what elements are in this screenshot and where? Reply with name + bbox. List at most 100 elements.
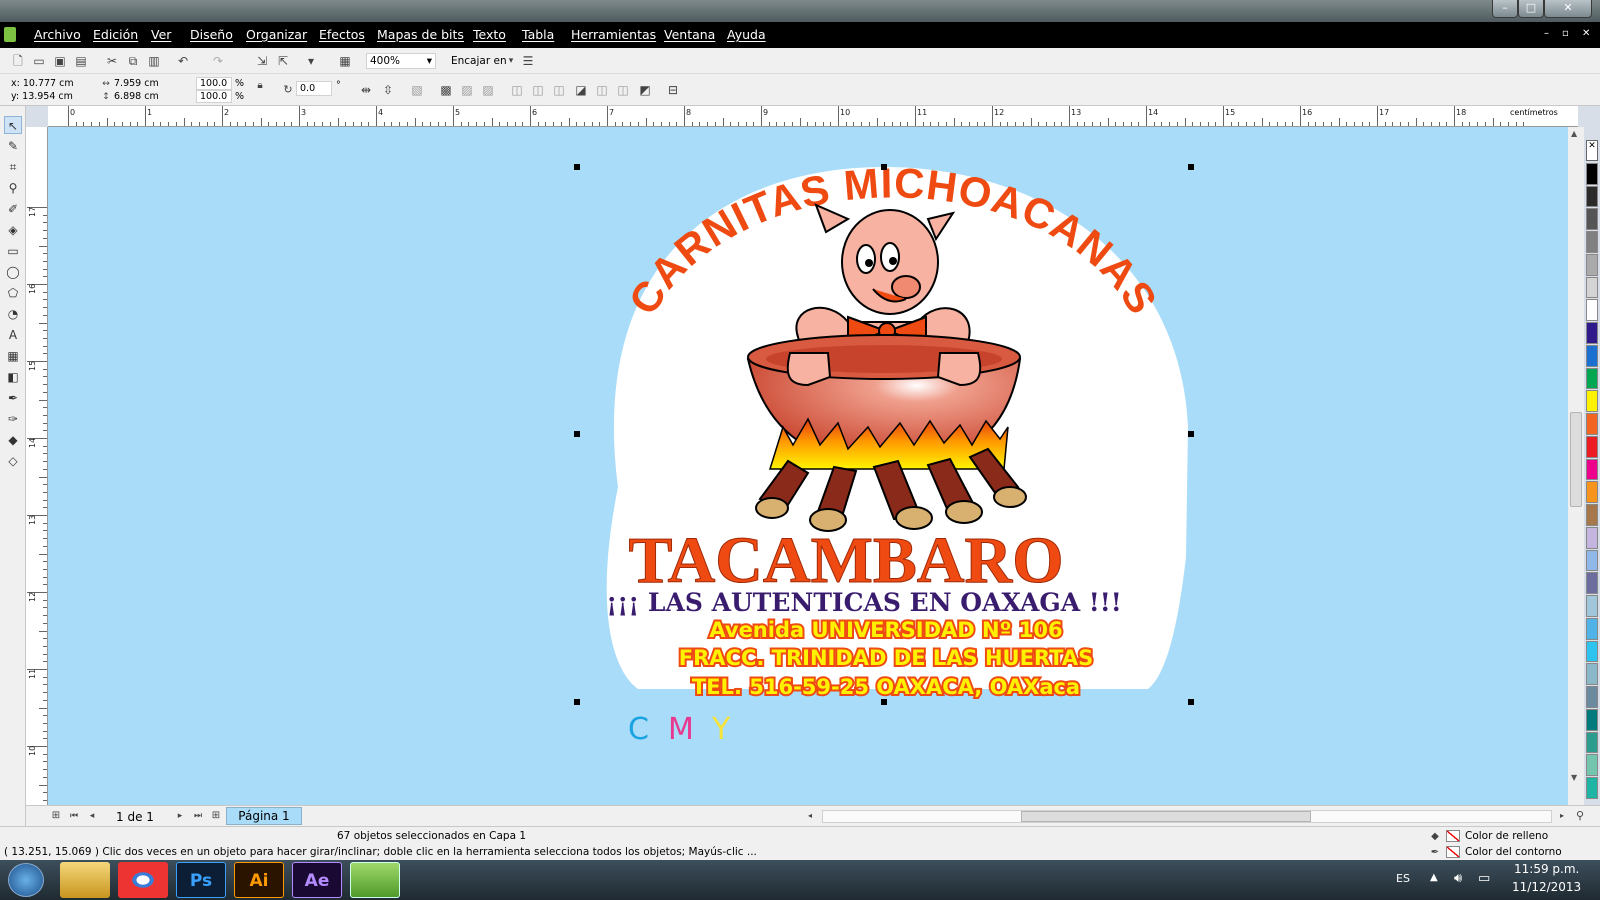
- color-swatch[interactable]: [1586, 526, 1598, 549]
- page-tab[interactable]: Página 1: [226, 807, 302, 825]
- chevron-down-icon[interactable]: ▾: [503, 53, 519, 69]
- color-swatch[interactable]: [1586, 663, 1598, 686]
- scroll-up-icon[interactable]: ▲: [1571, 129, 1577, 138]
- create-boundary-icon[interactable]: ◩: [637, 82, 653, 98]
- add-page-icon[interactable]: ⊞: [48, 808, 64, 824]
- no-color-swatch[interactable]: ✕: [1586, 140, 1598, 161]
- zoom-tool-icon[interactable]: ⚲: [4, 179, 22, 197]
- volume-icon[interactable]: 🔊︎: [1454, 871, 1462, 886]
- new-document-icon[interactable]: 🗋: [10, 53, 26, 69]
- menu-texto[interactable]: Texto: [473, 27, 506, 42]
- intersect-icon[interactable]: ◫: [551, 82, 567, 98]
- mirror-vertical-icon[interactable]: ⇳: [380, 82, 396, 98]
- clock-time[interactable]: 11:59 p.m.: [1514, 862, 1579, 876]
- print-icon[interactable]: ▤: [73, 53, 89, 69]
- front-minus-back-icon[interactable]: ◫: [594, 82, 610, 98]
- color-swatch[interactable]: [1586, 777, 1598, 799]
- color-swatch[interactable]: [1586, 458, 1598, 481]
- mirror-horizontal-icon[interactable]: ⇹: [358, 82, 374, 98]
- input-language-indicator[interactable]: ES: [1396, 872, 1410, 885]
- lock-ratio-icon[interactable]: 🔒︎: [252, 78, 268, 94]
- application-launcher-icon[interactable]: ▾: [303, 53, 319, 69]
- color-swatch[interactable]: [1586, 572, 1598, 595]
- blend-tool-icon[interactable]: ◧: [4, 368, 22, 386]
- no-fill-swatch[interactable]: [1446, 830, 1460, 842]
- scroll-left-icon[interactable]: ◂: [802, 808, 818, 824]
- next-page-icon[interactable]: ▸: [172, 808, 188, 824]
- first-page-icon[interactable]: ⏮: [66, 808, 82, 824]
- zoom-level-select[interactable]: 400% ▾: [366, 53, 436, 69]
- color-swatch[interactable]: [1586, 435, 1598, 458]
- last-page-icon[interactable]: ⏭: [190, 808, 206, 824]
- rectangle-tool-icon[interactable]: ▭: [4, 242, 22, 260]
- options-icon[interactable]: ☰: [520, 53, 536, 69]
- menu-herramientas[interactable]: Herramientas: [571, 27, 656, 42]
- table-tool-icon[interactable]: ▦: [4, 347, 22, 365]
- save-icon[interactable]: ▣: [52, 53, 68, 69]
- rotation-angle-field[interactable]: 0.0: [296, 81, 332, 96]
- menu-mapas-de-bits[interactable]: Mapas de bits: [377, 27, 464, 42]
- color-swatch[interactable]: [1586, 253, 1598, 276]
- color-swatch[interactable]: [1586, 595, 1598, 617]
- color-swatch[interactable]: [1586, 686, 1598, 708]
- menu-organizar[interactable]: Organizar: [246, 27, 307, 42]
- group-icon[interactable]: ▩: [438, 82, 454, 98]
- after-effects-taskbar-icon[interactable]: Ae: [292, 862, 342, 898]
- trim-icon[interactable]: ◫: [530, 82, 546, 98]
- doc-minimize-icon[interactable]: –: [1544, 28, 1549, 39]
- illustrator-taskbar-icon[interactable]: Ai: [234, 862, 284, 898]
- color-swatch[interactable]: [1586, 640, 1598, 663]
- color-palette[interactable]: ✕: [1584, 140, 1600, 800]
- copy-icon[interactable]: ⧉: [125, 53, 141, 69]
- paste-icon[interactable]: ▥: [146, 53, 162, 69]
- maximize-button[interactable]: □: [1518, 0, 1544, 18]
- previous-page-icon[interactable]: ◂: [84, 808, 100, 824]
- scale-width-field[interactable]: 100.0: [196, 77, 232, 90]
- color-swatch[interactable]: [1586, 344, 1598, 367]
- color-swatch[interactable]: [1586, 731, 1598, 754]
- clock-date[interactable]: 11/12/2013: [1512, 880, 1581, 894]
- fill-tool-icon[interactable]: ◆: [4, 431, 22, 449]
- scale-height-field[interactable]: 100.0: [196, 90, 232, 103]
- snap-to-dropdown[interactable]: Encajar en: [451, 55, 507, 67]
- ellipse-tool-icon[interactable]: ◯: [4, 263, 22, 281]
- network-icon[interactable]: ▭: [1478, 871, 1490, 886]
- shape-tool-icon[interactable]: ✎: [4, 137, 22, 155]
- color-swatch[interactable]: [1586, 299, 1598, 322]
- vertical-ruler[interactable]: 17 16 15 14 13 12 11 10: [26, 127, 48, 817]
- menu-efectos[interactable]: Efectos: [319, 27, 365, 42]
- cut-icon[interactable]: ✂: [104, 53, 120, 69]
- color-swatch[interactable]: [1586, 754, 1598, 777]
- explorer-taskbar-icon[interactable]: [60, 862, 110, 898]
- pick-tool-icon[interactable]: ↖: [4, 116, 22, 134]
- menu-ver[interactable]: Ver: [151, 27, 171, 42]
- text-wrap-icon[interactable]: ▧: [409, 82, 425, 98]
- close-button[interactable]: ✕: [1544, 0, 1592, 18]
- show-hidden-icons-icon[interactable]: ▲: [1430, 872, 1438, 883]
- back-minus-front-icon[interactable]: ◫: [615, 82, 631, 98]
- start-button[interactable]: [8, 863, 44, 897]
- y-position-field[interactable]: y: 13.954 cm: [11, 91, 73, 102]
- vertical-scroll-thumb[interactable]: [1570, 412, 1582, 507]
- add-page-after-icon[interactable]: ⊞: [208, 808, 224, 824]
- simplify-icon[interactable]: ◪: [573, 82, 589, 98]
- open-folder-icon[interactable]: ▭: [31, 53, 47, 69]
- ungroup-all-icon[interactable]: ▨: [480, 82, 496, 98]
- scroll-right-icon[interactable]: ▸: [1554, 808, 1570, 824]
- weld-icon[interactable]: ◫: [509, 82, 525, 98]
- horizontal-scroll-thumb[interactable]: [1021, 811, 1311, 822]
- color-swatch[interactable]: [1586, 708, 1598, 731]
- align-distribute-icon[interactable]: ⊟: [665, 82, 681, 98]
- photoshop-taskbar-icon[interactable]: Ps: [176, 862, 226, 898]
- drawing-canvas[interactable]: CARNITAS MICHOACANAS TACAMBARO ¡¡¡ LAS A…: [48, 127, 1568, 805]
- height-field[interactable]: 6.898 cm: [114, 91, 159, 102]
- color-swatch[interactable]: [1586, 276, 1598, 299]
- import-icon[interactable]: ⇲: [254, 53, 270, 69]
- color-swatch[interactable]: [1586, 208, 1598, 231]
- color-swatch[interactable]: [1586, 367, 1598, 390]
- menu-diseno[interactable]: Diseño: [190, 27, 233, 42]
- color-swatch[interactable]: [1586, 231, 1598, 253]
- scroll-down-icon[interactable]: ▼: [1571, 773, 1577, 782]
- export-icon[interactable]: ⇱: [275, 53, 291, 69]
- redo-icon[interactable]: ↷: [210, 53, 226, 69]
